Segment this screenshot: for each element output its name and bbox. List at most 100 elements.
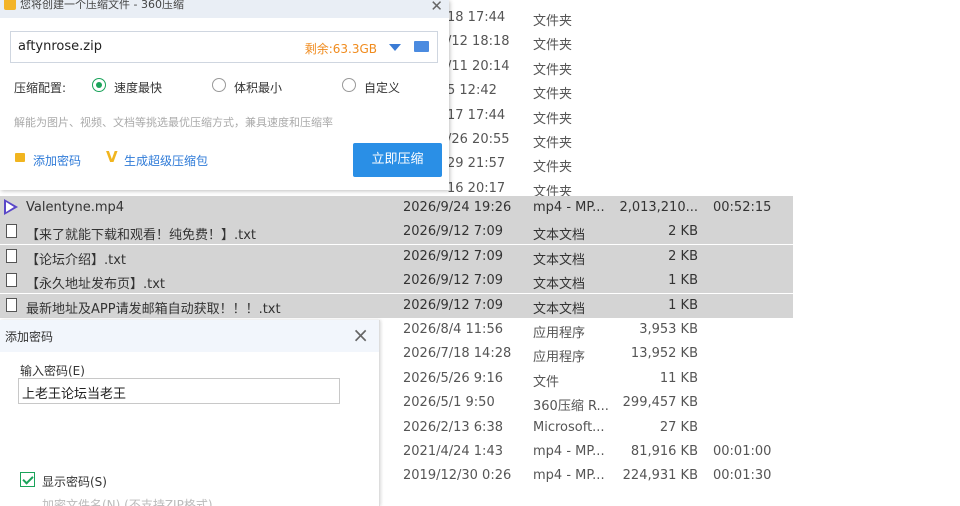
password-input-label: 输入密码(E) [20, 364, 85, 378]
file-type: mp4 - MP... [533, 444, 605, 459]
close-icon[interactable]: ✕ [430, 0, 443, 15]
encrypt-names-label[interactable]: 加密文件名(N) (不支持ZIP格式) [42, 496, 213, 506]
archive-filename[interactable]: aftynrose.zip [18, 39, 102, 54]
file-date: 29 21:57 [447, 156, 506, 172]
file-type: 应用程序 [533, 350, 586, 366]
file-date: /11 20:14 [447, 58, 510, 74]
file-size: 2 KB [668, 224, 698, 240]
file-date: 16 20:17 [447, 180, 506, 196]
file-type: 文件夹 [533, 111, 573, 127]
file-date: 2026/9/24 19:26 [403, 200, 512, 215]
option-fastest-label[interactable]: 速度最快 [114, 79, 162, 96]
file-size: 2 KB [668, 248, 698, 264]
option-smallest-label[interactable]: 体积最小 [234, 79, 282, 96]
file-size: 27 KB [659, 419, 698, 435]
password-input[interactable]: 上老王论坛当老王 [18, 378, 340, 404]
file-name: 最新地址及APP请发邮箱自动获取！！！.txt [26, 301, 281, 317]
password-dialog-titlebar[interactable]: 添加密码 × [0, 320, 379, 352]
file-type: 文本文档 [533, 277, 586, 293]
file-duration: 00:01:30 [713, 468, 772, 484]
text-file-icon [6, 248, 17, 263]
file-date: 2026/5/1 9:50 [403, 395, 495, 411]
table-row[interactable]: 【来了就能下载和观看！纯免费！】.txt 2026/9/12 7:09 文本文档 2 … [0, 220, 793, 245]
file-date: 2026/9/12 7:09 [403, 224, 503, 240]
file-duration: 00:01:00 [713, 444, 772, 459]
file-type: 文件夹 [533, 136, 573, 151]
compress-now-button[interactable]: 立即压缩 [353, 143, 442, 177]
file-date: 2026/9/12 7:09 [403, 273, 503, 289]
file-type: mp4 - MP... [533, 200, 605, 215]
file-date: 5 12:42 [447, 83, 497, 99]
file-date: 2021/4/24 1:43 [403, 444, 503, 459]
file-type: 文件夹 [533, 62, 573, 78]
file-date: 2026/7/18 14:28 [403, 346, 512, 362]
file-date: /26 20:55 [447, 132, 510, 147]
radio-smallest[interactable] [212, 78, 226, 92]
super-archive-link[interactable]: 生成超级压缩包 [124, 152, 208, 169]
file-type: 文本文档 [533, 301, 586, 317]
text-file-icon [6, 297, 17, 312]
folder-icon[interactable] [414, 41, 429, 52]
file-type: 文本文档 [533, 252, 586, 268]
compress-dialog-titlebar[interactable]: 您将创建一个压缩文件 - 360压缩 ✕ [0, 0, 449, 18]
table-row[interactable]: 最新地址及APP请发邮箱自动获取！！！.txt 2026/9/12 7:09 文本文… [0, 293, 793, 318]
file-date: 2026/8/4 11:56 [403, 322, 503, 337]
file-size: 224,931 KB [622, 468, 698, 484]
text-file-icon [6, 224, 17, 239]
show-password-checkbox[interactable] [20, 472, 35, 487]
file-duration: 00:52:15 [713, 200, 772, 215]
file-size: 2,013,210... [619, 200, 698, 215]
file-type: 文本文档 [533, 228, 586, 244]
file-name: 【来了就能下载和观看！纯免费！】.txt [26, 228, 257, 244]
file-date: 2019/12/30 0:26 [403, 468, 512, 484]
hint-text: 解能为图片、视频、文档等挑选最优压缩方式，兼具速度和压缩率 [14, 116, 333, 129]
file-type: 文件夹 [533, 14, 573, 29]
file-type: Microsoft... [533, 419, 605, 435]
file-date: 2026/2/13 6:38 [403, 419, 503, 435]
file-size: 13,952 KB [630, 346, 698, 362]
archive-path-field[interactable]: aftynrose.zip 剩余:63.3GB [10, 31, 438, 63]
compress-dialog: 您将创建一个压缩文件 - 360压缩 ✕ aftynrose.zip 剩余:63… [0, 0, 449, 190]
radio-fastest[interactable] [92, 78, 106, 92]
compress-dialog-title: 您将创建一个压缩文件 - 360压缩 [20, 0, 184, 11]
file-type: 文件夹 [533, 87, 573, 103]
free-space-label: 剩余:63.3GB [304, 42, 377, 56]
file-size: 81,916 KB [630, 444, 698, 459]
table-row[interactable]: 【论坛介绍】.txt 2026/9/12 7:09 文本文档 2 KB [0, 244, 793, 269]
show-password-label[interactable]: 显示密码(S) [42, 473, 107, 490]
file-size: 1 KB [668, 273, 698, 289]
file-name: 【论坛介绍】.txt [26, 252, 127, 268]
config-label: 压缩配置: [14, 81, 67, 95]
file-size: 299,457 KB [622, 395, 698, 411]
file-size: 11 KB [659, 370, 698, 386]
file-date: 2026/9/12 7:09 [403, 297, 503, 313]
file-size: 1 KB [668, 297, 698, 313]
file-type: 文件夹 [533, 160, 573, 176]
file-name: 【永久地址发布页】.txt [26, 277, 166, 293]
password-dialog: 添加密码 × 输入密码(E) 上老王论坛当老王 显示密码(S) 加密文件名(N)… [0, 320, 380, 506]
radio-custom[interactable] [342, 78, 356, 92]
add-password-link[interactable]: 添加密码 [33, 152, 81, 169]
option-custom-label[interactable]: 自定义 [364, 79, 400, 96]
file-type: mp4 - MP... [533, 468, 605, 484]
file-type: 360压缩 R... [533, 399, 609, 415]
table-row[interactable]: 【永久地址发布页】.txt 2026/9/12 7:09 文本文档 1 KB [0, 269, 793, 294]
app-icon [4, 0, 16, 10]
password-dialog-title: 添加密码 [5, 330, 54, 344]
file-type: 文件夹 [533, 38, 573, 54]
v-badge-icon: V [106, 148, 118, 166]
close-icon[interactable]: × [352, 323, 369, 347]
file-date: 2026/9/12 7:09 [403, 248, 503, 264]
file-date: 2026/5/26 9:16 [403, 370, 503, 386]
table-row[interactable]: Valentyne.mp4 2026/9/24 19:26 mp4 - MP... 2… [0, 196, 793, 220]
chevron-down-icon[interactable] [389, 44, 401, 51]
text-file-icon [6, 273, 17, 288]
file-type: 应用程序 [533, 326, 586, 341]
lock-icon [15, 153, 25, 162]
video-file-icon [4, 199, 18, 215]
file-date: /12 18:18 [447, 34, 510, 50]
file-date: 18 17:44 [447, 10, 506, 25]
file-date: 17 17:44 [447, 107, 506, 123]
file-name: Valentyne.mp4 [26, 200, 125, 215]
file-size: 3,953 KB [639, 322, 698, 337]
